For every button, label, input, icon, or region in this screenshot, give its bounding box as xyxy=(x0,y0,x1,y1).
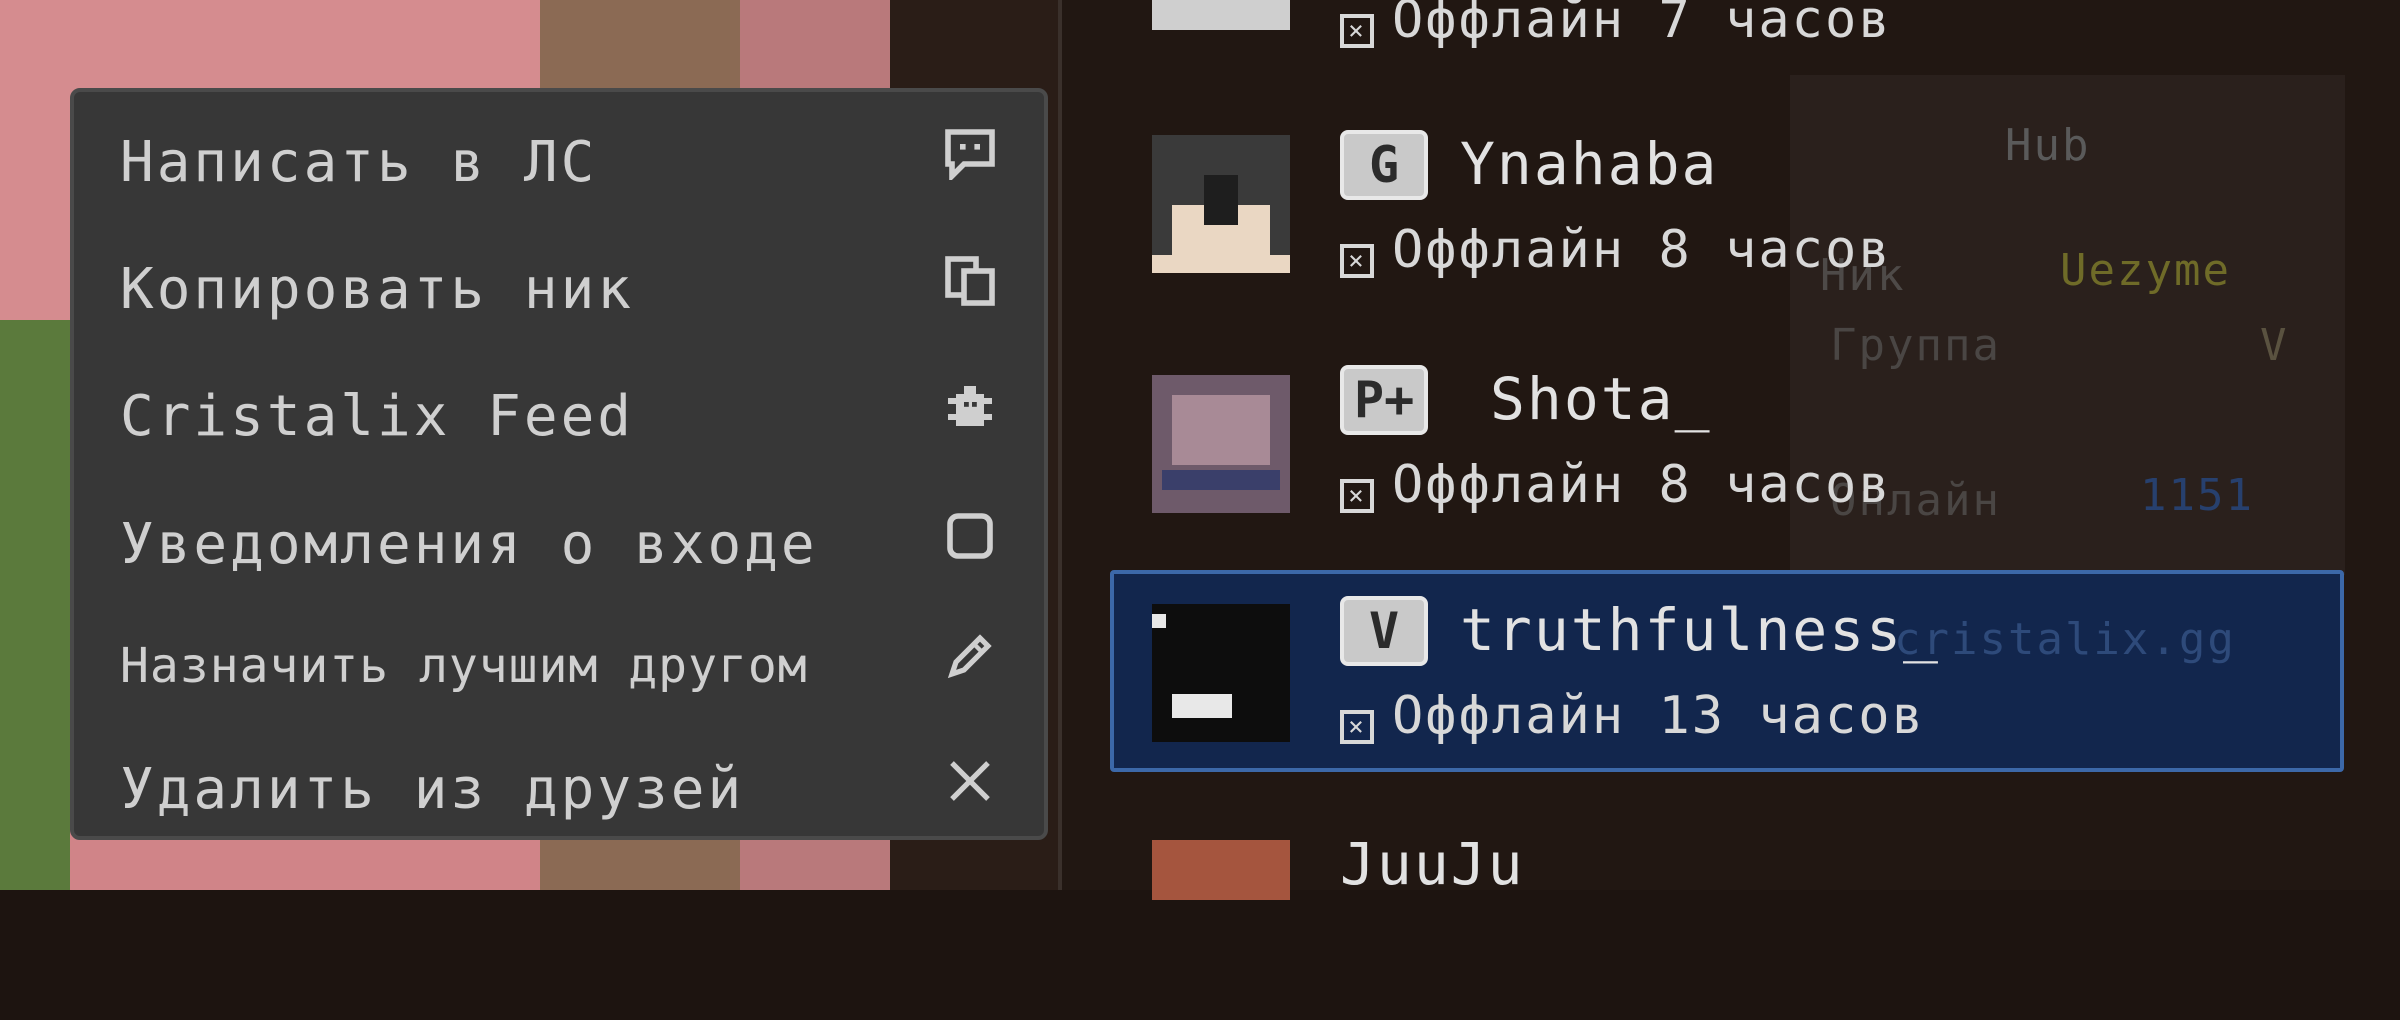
menu-item-label: Уведомления о входе xyxy=(120,512,818,577)
menu-item-set-best-friend[interactable]: Назначить лучшим другом xyxy=(74,602,1044,722)
close-icon xyxy=(940,755,1000,815)
friend-context-menu: Написать в ЛС Копировать ник Cristalix F… xyxy=(70,88,1048,840)
friend-status: × Оффлайн 13 часов xyxy=(1340,686,1925,746)
avatar xyxy=(1152,604,1290,742)
friend-name: Ynahaba xyxy=(1460,130,1719,198)
offline-icon: × xyxy=(1340,244,1374,278)
pencil-icon xyxy=(940,630,1000,690)
menu-item-login-notifications[interactable]: Уведомления о входе xyxy=(74,482,1044,602)
menu-item-label: Написать в ЛС xyxy=(120,130,598,195)
avatar xyxy=(1152,0,1290,30)
avatar xyxy=(1152,135,1290,273)
friend-status: × Оффлайн 7 часов xyxy=(1340,0,1892,50)
friend-name: truthfulness_ xyxy=(1460,596,1940,664)
menu-item-cristalix-feed[interactable]: Cristalix Feed xyxy=(74,354,1044,474)
menu-item-remove-friend[interactable]: Удалить из друзей xyxy=(74,727,1044,847)
rank-badge: V xyxy=(1340,596,1428,666)
copy-icon xyxy=(940,255,1000,315)
friend-status: × Оффлайн 8 часов xyxy=(1340,220,1892,280)
friend-row-selected[interactable]: V truthfulness_ × Оффлайн 13 часов crista… xyxy=(1110,570,2344,772)
friend-status: × Оффлайн 8 часов xyxy=(1340,455,1892,515)
menu-item-message[interactable]: Написать в ЛС xyxy=(74,100,1044,220)
offline-icon: × xyxy=(1340,479,1374,513)
offline-icon: × xyxy=(1340,710,1374,744)
friend-row[interactable]: JuuJu xyxy=(1110,820,2350,1020)
rank-badge: P+ xyxy=(1340,365,1429,435)
offline-icon: × xyxy=(1340,14,1374,48)
rank-badge: G xyxy=(1340,130,1428,200)
menu-item-label: Назначить лучшим другом xyxy=(120,638,808,694)
site-watermark: cristalix.gg xyxy=(1894,614,2236,665)
avatar xyxy=(1152,840,1290,900)
friend-row[interactable]: G Ynahaba × Оффлайн 8 часов xyxy=(1110,125,2350,325)
chat-bubble-icon xyxy=(940,128,1000,188)
checkbox-icon[interactable] xyxy=(940,510,1000,570)
menu-item-label: Удалить из друзей xyxy=(120,757,745,822)
avatar xyxy=(1152,375,1290,513)
menu-item-copy-nick[interactable]: Копировать ник xyxy=(74,227,1044,347)
grass-block xyxy=(0,320,70,890)
friend-row[interactable]: × Оффлайн 7 часов xyxy=(1110,0,2350,90)
menu-item-label: Cristalix Feed xyxy=(120,384,635,449)
friend-name: Shota_ xyxy=(1490,365,1712,433)
bug-icon xyxy=(940,382,1000,442)
friend-row[interactable]: P+ Shota_ × Оффлайн 8 часов xyxy=(1110,360,2350,560)
friend-name: JuuJu xyxy=(1340,830,1525,898)
menu-item-label: Копировать ник xyxy=(120,257,635,322)
